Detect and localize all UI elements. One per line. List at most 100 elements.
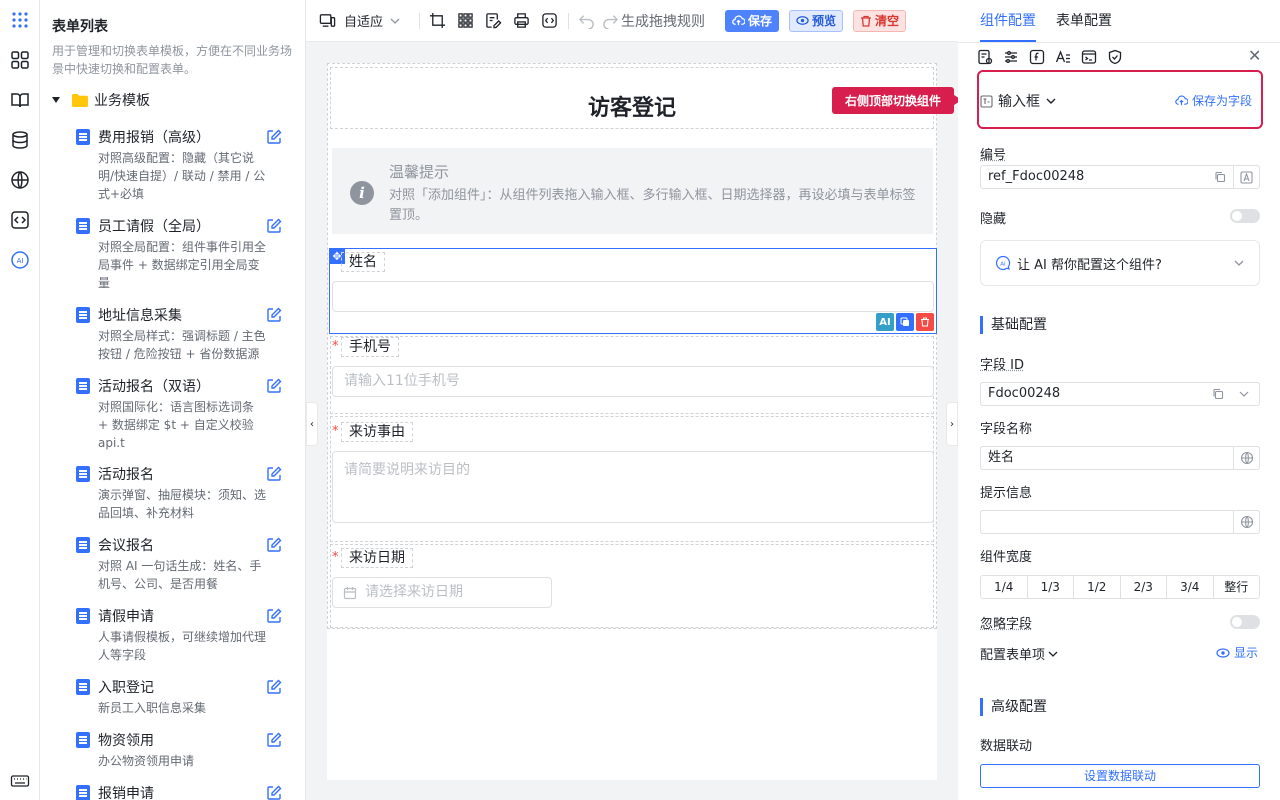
undo-icon[interactable] xyxy=(577,12,595,30)
redo-icon[interactable] xyxy=(601,12,619,30)
field-label-date[interactable]: 来访日期 xyxy=(341,548,413,568)
text-style-icon[interactable] xyxy=(1054,48,1072,66)
left-rail: AI xyxy=(0,0,40,800)
width-option[interactable]: 2/3 xyxy=(1121,576,1167,598)
globe-icon[interactable] xyxy=(10,170,30,190)
hidden-toggle[interactable] xyxy=(1230,209,1260,223)
field-label-phone[interactable]: 手机号 xyxy=(341,337,399,357)
book-icon[interactable] xyxy=(10,90,30,110)
edit-icon[interactable] xyxy=(266,608,282,624)
layout-grid-icon[interactable] xyxy=(10,50,30,70)
ref-id-input[interactable]: ref_Fdoc00248 xyxy=(980,165,1260,189)
width-option[interactable]: 3/4 xyxy=(1167,576,1214,598)
copy-icon[interactable] xyxy=(1205,383,1231,405)
shield-icon[interactable] xyxy=(1106,48,1124,66)
date-picker[interactable]: 请选择来访日期 xyxy=(332,577,552,608)
edit-icon[interactable] xyxy=(266,732,282,748)
field-label-name[interactable]: 姓名 xyxy=(341,252,385,272)
ai-field-button[interactable]: AI xyxy=(876,313,894,331)
keyboard-icon[interactable] xyxy=(10,771,30,791)
eye-icon xyxy=(796,16,809,25)
name-input[interactable] xyxy=(332,281,934,312)
save-as-field-link[interactable]: 保存为字段 xyxy=(1175,92,1252,109)
list-item-name: 请假申请 xyxy=(98,609,154,625)
save-button[interactable]: 保存 xyxy=(725,9,780,32)
crop-icon[interactable] xyxy=(428,12,446,30)
list-item-name: 报销申请 xyxy=(98,786,154,800)
copy-icon[interactable] xyxy=(1207,166,1233,188)
code-icon[interactable] xyxy=(10,210,30,230)
edit-icon[interactable] xyxy=(266,218,282,234)
edit-icon[interactable] xyxy=(266,466,282,482)
toolbar: 自适应 生成拖拽规则 保存 预览 清空 xyxy=(306,0,958,42)
print-icon[interactable] xyxy=(512,12,530,30)
edit-icon[interactable] xyxy=(266,785,282,800)
field-id-select[interactable]: Fdoc00248 xyxy=(980,382,1260,406)
list-item-desc: 对照国际化：语言图标选词条 + 数据绑定 $t + 自定义校验 api.t xyxy=(98,400,255,450)
reason-textarea[interactable]: 请简要说明来访目的 xyxy=(332,451,934,523)
delete-icon[interactable] xyxy=(916,313,934,331)
edit-icon[interactable] xyxy=(266,679,282,695)
ai-icon[interactable]: AI xyxy=(10,250,30,270)
preview-button[interactable]: 预览 xyxy=(789,9,844,32)
ai-assist-card[interactable]: AI 让 AI 帮你配置这个组件? xyxy=(980,240,1260,286)
width-option[interactable]: 1/3 xyxy=(1028,576,1074,598)
function-icon[interactable] xyxy=(1028,48,1046,66)
edit-icon[interactable] xyxy=(266,307,282,323)
show-label: 显示 xyxy=(1234,646,1259,660)
device-icon[interactable] xyxy=(318,12,336,30)
divider xyxy=(958,42,1280,43)
field-id-label: 字段 ID xyxy=(980,358,1024,373)
adapt-select[interactable]: 自适应 xyxy=(344,11,401,30)
set-linkage-button[interactable]: 设置数据联动 xyxy=(980,764,1260,788)
tab-component-config[interactable]: 组件配置 xyxy=(980,0,1036,42)
terminal-icon[interactable] xyxy=(1080,48,1098,66)
clear-button[interactable]: 清空 xyxy=(853,9,907,32)
show-link[interactable]: 显示 xyxy=(1216,644,1258,661)
width-option[interactable]: 整行 xyxy=(1214,576,1260,598)
collapse-right-button[interactable]: › xyxy=(946,402,958,446)
tip-body: 对照「添加组件」：从组件列表拖入输入框、多行输入框、日期选择器，再设必填与表单标… xyxy=(389,188,916,223)
grid-icon[interactable] xyxy=(456,12,474,30)
list-item-name: 物资领用 xyxy=(98,733,154,749)
field-name-input[interactable]: 姓名 xyxy=(980,446,1260,470)
list-item-desc: 对照全局配置：组件事件引用全局事件 + 数据绑定引用全局变量 xyxy=(98,240,267,290)
edit-icon[interactable] xyxy=(266,129,282,145)
info-icon: i xyxy=(350,181,374,205)
generate-drag-rules[interactable]: 生成拖拽规则 xyxy=(621,11,705,31)
field-id-value: Fdoc00248 xyxy=(988,386,1061,401)
apps-icon[interactable] xyxy=(10,10,30,30)
group-business-templates[interactable]: 业务模板 xyxy=(52,90,150,110)
globe-icon[interactable] xyxy=(1233,511,1259,533)
text-format-icon[interactable] xyxy=(1233,166,1259,188)
ignore-field-toggle[interactable] xyxy=(1230,615,1260,629)
cloud-upload-icon xyxy=(732,15,746,26)
edit-icon[interactable] xyxy=(266,378,282,394)
width-option[interactable]: 1/2 xyxy=(1074,576,1121,598)
required-mark: * xyxy=(332,339,339,354)
close-icon[interactable]: ✕ xyxy=(1248,48,1264,64)
copy-icon[interactable] xyxy=(896,313,914,331)
list-item-name: 活动报名 xyxy=(98,467,154,483)
hint-input[interactable] xyxy=(980,510,1260,534)
chevron-down-icon[interactable] xyxy=(1231,383,1257,405)
field-label-reason[interactable]: 来访事由 xyxy=(341,422,413,442)
form-settings-icon[interactable] xyxy=(976,48,994,66)
tab-form-config[interactable]: 表单配置 xyxy=(1056,0,1112,42)
collapse-left-button[interactable]: ‹ xyxy=(306,402,318,446)
phone-input[interactable]: 请输入11位手机号 xyxy=(332,366,934,397)
width-option[interactable]: 1/4 xyxy=(981,576,1028,598)
required-mark: * xyxy=(332,424,339,439)
tip-alert[interactable]: i 温馨提示 对照「添加组件」：从组件列表拖入输入框、多行输入框、日期选择器，再… xyxy=(332,148,933,234)
edit-doc-icon[interactable] xyxy=(484,12,502,30)
chat-code-icon[interactable] xyxy=(540,12,558,30)
form-items-toggle[interactable]: 配置表单项 xyxy=(980,644,1059,663)
component-type-switch[interactable]: 输入框 xyxy=(980,91,1057,111)
list-item-name: 费用报销（高级） xyxy=(98,130,210,146)
edit-icon[interactable] xyxy=(266,537,282,553)
database-icon[interactable] xyxy=(10,130,30,150)
save-as-field-label: 保存为字段 xyxy=(1192,94,1253,108)
design-canvas-area: 自适应 生成拖拽规则 保存 预览 清空 访客登记 i 温馨提示 对照「添加组件」… xyxy=(306,0,958,800)
globe-icon[interactable] xyxy=(1233,447,1259,469)
sliders-icon[interactable] xyxy=(1002,48,1020,66)
